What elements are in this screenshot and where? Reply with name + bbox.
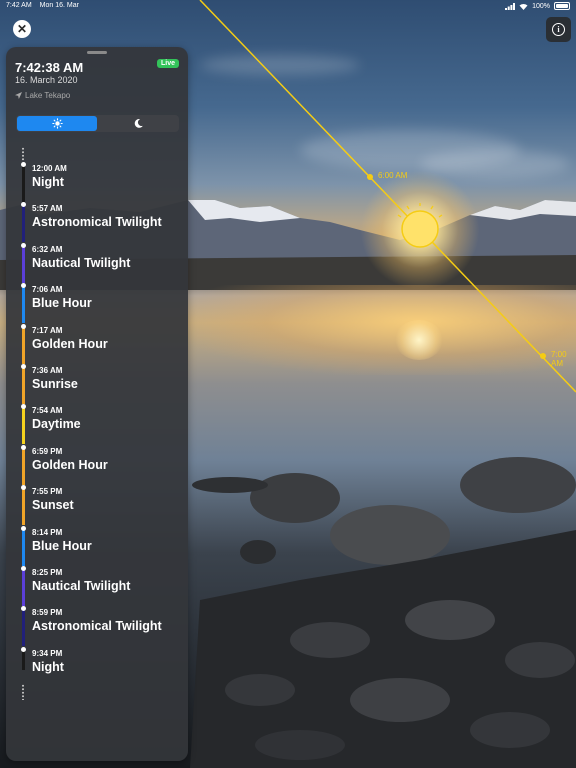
phase-marker-dot [20, 283, 26, 289]
wifi-icon [519, 3, 528, 10]
phase-start-time: 7:54 AM [32, 406, 63, 416]
phase-name: Nautical Twilight [32, 255, 131, 270]
phase-marker-dot [20, 444, 26, 450]
phase-start-time: 7:55 PM [32, 487, 63, 497]
phase-name: Blue Hour [32, 538, 92, 553]
phase-row[interactable]: 12:00 AM Night [6, 162, 188, 203]
phase-row[interactable]: 7:06 AM Blue Hour [6, 283, 188, 324]
timeline-end-dots [22, 684, 24, 700]
phase-start-time: 8:14 PM [32, 527, 63, 537]
phase-row[interactable]: 7:55 PM Sunset [6, 485, 188, 526]
phase-name: Sunset [32, 498, 74, 513]
panel-grabber[interactable] [87, 51, 107, 54]
phase-name: Sunrise [32, 377, 78, 391]
sun-phases-panel: 7:42:38 AM 16. March 2020 Lake Tekapo Li… [6, 47, 188, 761]
phase-marker-dot [20, 646, 26, 652]
status-time: 7:42 AM [6, 2, 32, 9]
phase-color-bar [21, 447, 25, 485]
current-date: 16. March 2020 [15, 75, 78, 85]
phase-name: Daytime [32, 417, 81, 432]
phase-name: Blue Hour [32, 296, 92, 311]
phase-start-time: 12:00 AM [32, 164, 67, 173]
phase-start-time: 9:34 PM [32, 648, 63, 658]
sun-path-hour-marker [540, 353, 546, 359]
phase-name: Nautical Twilight [32, 579, 131, 593]
phase-start-time: 7:17 AM [32, 325, 63, 335]
sun-path-hour-marker [367, 174, 373, 180]
phase-color-bar [21, 609, 25, 647]
sun-tab[interactable] [17, 116, 97, 131]
phase-marker-dot [20, 606, 26, 612]
phase-start-time: 8:25 PM [32, 568, 63, 577]
phase-row[interactable]: 7:36 AM Sunrise [6, 364, 188, 405]
phase-color-bar [21, 165, 25, 202]
phase-start-time: 8:59 PM [32, 608, 63, 618]
phase-row[interactable]: 7:54 AM Daytime [6, 404, 188, 445]
phase-color-bar [21, 407, 25, 445]
phase-color-bar [21, 205, 25, 243]
battery-percent: 100% [532, 2, 550, 10]
sun-path-label-7am: 7:00 AM [551, 350, 567, 368]
phase-marker-dot [20, 242, 26, 248]
close-button[interactable]: ✕ [13, 20, 31, 38]
sun-moon-toggle[interactable] [16, 115, 179, 132]
phase-row[interactable]: 5:57 AM Astronomical Twilight [6, 202, 188, 243]
location-arrow-icon [15, 92, 22, 99]
phase-color-bar [21, 326, 25, 364]
phase-start-time: 5:57 AM [32, 204, 63, 214]
phase-name: Astronomical Twilight [32, 215, 162, 230]
phase-marker-dot [20, 525, 26, 531]
location-row[interactable]: Lake Tekapo [15, 91, 70, 100]
phase-row[interactable]: 6:59 PM Golden Hour [6, 444, 188, 486]
phase-color-bar [21, 245, 25, 283]
phase-color-bar [21, 286, 25, 324]
location-name: Lake Tekapo [25, 91, 71, 100]
phase-row[interactable]: 7:17 AM Golden Hour [6, 323, 188, 365]
phase-color-bar [21, 649, 25, 670]
signal-icon [505, 2, 516, 10]
status-date: Mon 16. Mar [39, 2, 79, 9]
phase-start-time: 6:59 PM [32, 446, 63, 456]
phase-name: Night [32, 175, 64, 189]
phase-row[interactable]: 8:59 PM Astronomical Twilight [6, 606, 188, 647]
current-time: 7:42:38 AM [15, 60, 84, 75]
phase-color-bar [21, 488, 25, 526]
phase-color-bar [21, 528, 25, 566]
phase-row[interactable]: 8:14 PM Blue Hour [6, 525, 188, 567]
sun-path-label-6am: 6:00 AM [378, 171, 408, 180]
status-bar: 7:42 AM Mon 16. Mar 100% [0, 0, 576, 12]
phase-marker-dot [20, 485, 26, 491]
phase-row[interactable]: 8:25 PM Nautical Twilight [6, 566, 188, 607]
phase-marker-dot [20, 404, 26, 410]
phase-marker-dot [20, 162, 26, 167]
phase-start-time: 7:36 AM [32, 366, 63, 375]
phase-color-bar [21, 569, 25, 606]
phase-marker-dot [20, 202, 26, 208]
phase-name: Astronomical Twilight [32, 619, 162, 634]
phase-name: Golden Hour [32, 336, 108, 351]
moon-tab[interactable] [98, 116, 178, 131]
sun-position-marker [397, 203, 443, 248]
phase-color-bar [21, 367, 25, 404]
phase-start-time: 7:06 AM [32, 285, 63, 295]
phase-marker-dot [20, 364, 26, 369]
phase-name: Night [32, 659, 64, 674]
moon-icon [134, 118, 143, 128]
info-button[interactable]: i [546, 17, 571, 42]
phase-name: Golden Hour [32, 457, 108, 472]
phase-row[interactable]: 9:34 PM Night [6, 646, 188, 688]
live-badge: Live [156, 59, 179, 68]
sun-path-line [199, 0, 576, 393]
phase-start-time: 6:32 AM [32, 244, 63, 254]
battery-icon [554, 2, 570, 10]
sun-icon [51, 118, 63, 129]
phase-marker-dot [20, 323, 26, 329]
phase-timeline: 12:00 AM Night 5:57 AM Astronomical Twiligh… [6, 147, 188, 747]
phase-row[interactable]: 6:32 AM Nautical Twilight [6, 242, 188, 284]
phase-marker-dot [20, 566, 26, 571]
close-icon: ✕ [16, 22, 28, 36]
info-icon: i [552, 23, 565, 36]
timeline-start-dots [22, 147, 24, 161]
